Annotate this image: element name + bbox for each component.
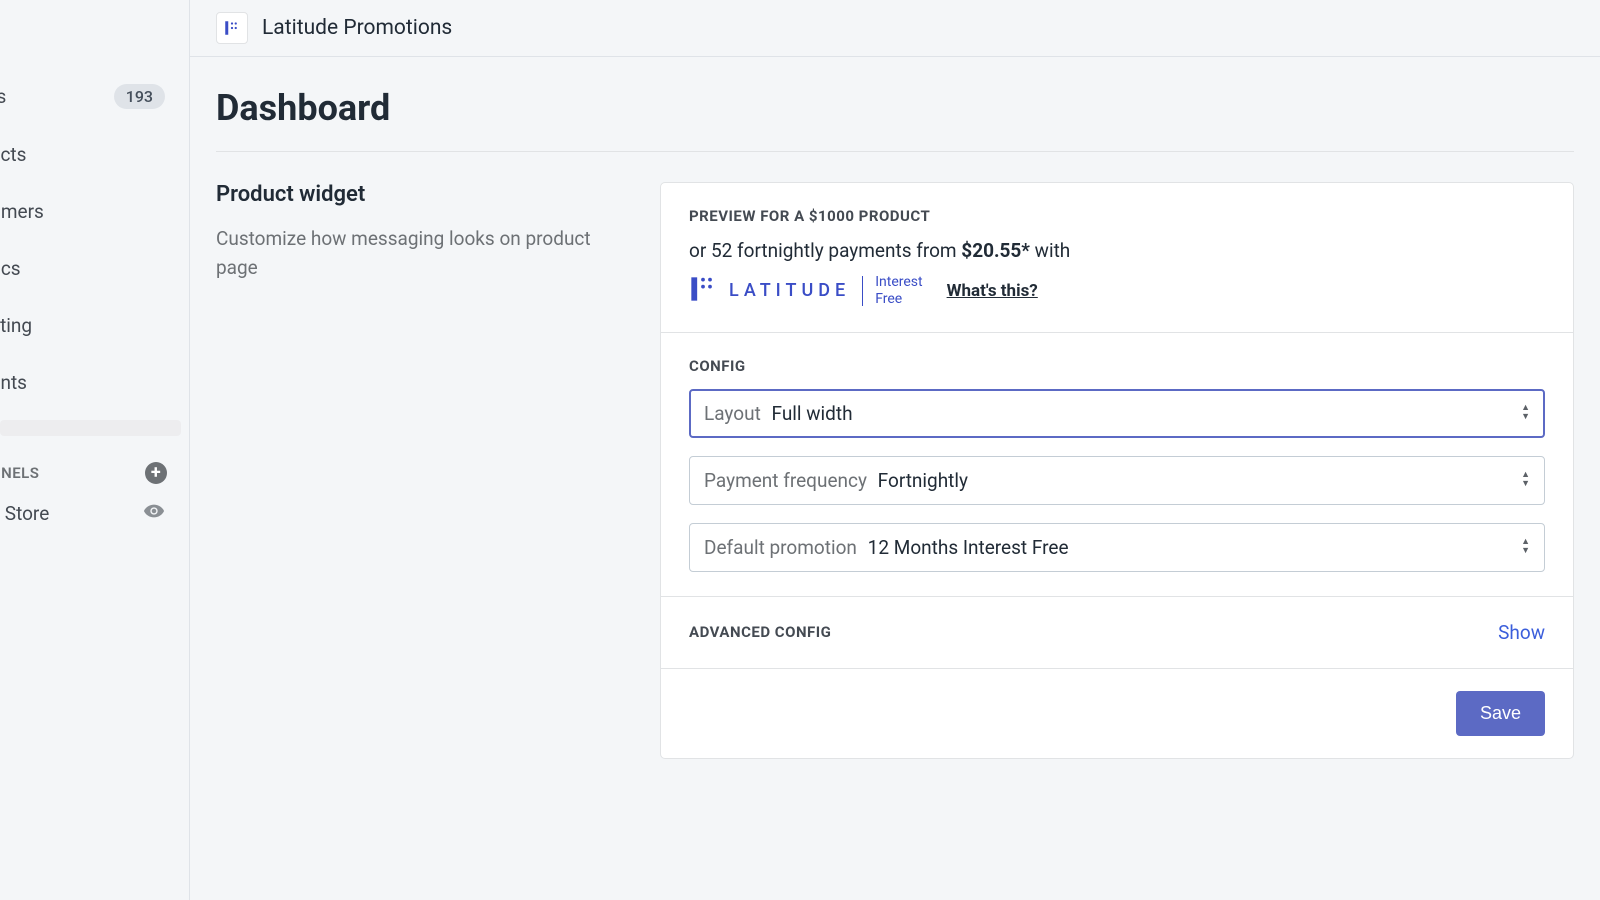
- nav-item-apps[interactable]: [0, 420, 181, 436]
- frequency-select[interactable]: Payment frequency Fortnightly ▲▼: [689, 456, 1545, 505]
- section-subtitle: Customize how messaging looks on product…: [216, 225, 636, 282]
- app-title: Latitude Promotions: [262, 16, 452, 40]
- config-heading: CONFIG: [689, 357, 1545, 375]
- latitude-logo-icon: [689, 275, 717, 307]
- nav-label: rs: [0, 85, 6, 108]
- nav-label: eting: [0, 314, 32, 337]
- channel-label: e Store: [0, 502, 49, 525]
- nav-label: ucts: [0, 143, 26, 166]
- updown-icon: ▲▼: [1521, 472, 1530, 487]
- nav-item-analytics[interactable]: tics: [0, 249, 181, 288]
- app-icon: [216, 12, 248, 44]
- config-section: CONFIG Layout Full width ▲▼ Payment freq…: [661, 333, 1573, 597]
- nav-label: tics: [0, 257, 21, 280]
- preview-amount: $20.55*: [961, 239, 1030, 262]
- updown-icon: ▲▼: [1521, 539, 1530, 554]
- nav-item-discounts[interactable]: unts: [0, 363, 181, 402]
- layout-select-value: Full width: [772, 402, 853, 425]
- card-footer: Save: [661, 669, 1573, 758]
- advanced-heading: ADVANCED CONFIG: [689, 623, 831, 641]
- content: Dashboard Product widget Customize how m…: [190, 57, 1600, 789]
- whats-this-link[interactable]: What's this?: [947, 281, 1038, 301]
- nav-item-orders[interactable]: rs 193: [0, 76, 181, 117]
- channel-online-store[interactable]: e Store: [0, 492, 181, 535]
- promotion-select-label: Default promotion: [704, 536, 857, 559]
- show-advanced-link[interactable]: Show: [1498, 621, 1545, 644]
- channels-heading-label: NNELS: [0, 464, 39, 482]
- nav-label: omers: [0, 200, 44, 223]
- section-title: Product widget: [216, 182, 636, 207]
- latitude-brand: LATITUDE Interest Free: [689, 274, 923, 308]
- widget-card: PREVIEW FOR A $1000 PRODUCT or 52 fortni…: [660, 182, 1574, 759]
- preview-suffix: with: [1030, 239, 1070, 262]
- page-title: Dashboard: [216, 87, 1574, 129]
- layout-select[interactable]: Layout Full width ▲▼: [689, 389, 1545, 438]
- preview-text: or 52 fortnightly payments from $20.55* …: [689, 239, 1545, 262]
- layout-select-label: Layout: [704, 402, 761, 425]
- brand-tagline: Interest Free: [875, 274, 922, 308]
- preview-prefix: or 52 fortnightly payments from: [689, 239, 961, 262]
- channels-heading: NNELS +: [0, 454, 181, 492]
- nav-item-marketing[interactable]: eting: [0, 306, 181, 345]
- preview-section: PREVIEW FOR A $1000 PRODUCT or 52 fortni…: [661, 183, 1573, 333]
- brand-divider: [862, 276, 863, 306]
- plus-icon[interactable]: +: [145, 462, 167, 484]
- promotion-select-value: 12 Months Interest Free: [868, 536, 1069, 559]
- nav-item-products[interactable]: ucts: [0, 135, 181, 174]
- nav-item-home[interactable]: e: [0, 19, 181, 58]
- preview-heading: PREVIEW FOR A $1000 PRODUCT: [689, 207, 1545, 225]
- sidebar: e rs 193 ucts omers tics eting unts NNEL…: [0, 0, 190, 900]
- updown-icon: ▲▼: [1521, 405, 1530, 420]
- section-description: Product widget Customize how messaging l…: [216, 182, 636, 282]
- latitude-wordmark: LATITUDE: [729, 280, 850, 301]
- divider: [216, 151, 1574, 152]
- nav-item-customers[interactable]: omers: [0, 192, 181, 231]
- eye-icon[interactable]: [143, 500, 165, 527]
- topbar: Latitude Promotions: [190, 0, 1600, 57]
- advanced-config-section: ADVANCED CONFIG Show: [661, 597, 1573, 669]
- main: Latitude Promotions Dashboard Product wi…: [190, 0, 1600, 900]
- promotion-select[interactable]: Default promotion 12 Months Interest Fre…: [689, 523, 1545, 572]
- save-button[interactable]: Save: [1456, 691, 1545, 736]
- frequency-select-label: Payment frequency: [704, 469, 867, 492]
- orders-badge: 193: [114, 84, 165, 109]
- frequency-select-value: Fortnightly: [878, 469, 968, 492]
- nav-label: unts: [0, 371, 27, 394]
